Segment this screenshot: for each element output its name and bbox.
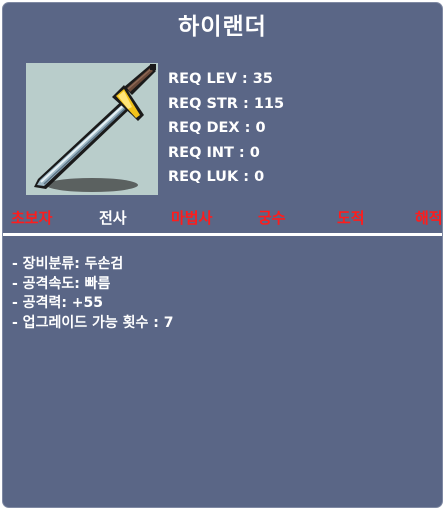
job-pirate: 해적: [415, 209, 443, 227]
item-name: 하이랜더: [178, 14, 267, 40]
stat-category: - 장비분류: 두손검: [12, 256, 124, 272]
job-bowman: 궁수: [258, 209, 286, 227]
job-warrior: 전사: [99, 209, 127, 227]
divider: [3, 233, 442, 236]
req-str: REQ STR : 115: [168, 95, 285, 112]
stat-upgrade-slots: - 업그레이드 가능 횟수 : 7: [12, 314, 174, 331]
req-level: REQ LEV : 35: [168, 71, 273, 87]
req-int: REQ INT : 0: [168, 144, 260, 161]
stat-attack: - 공격력: +55: [12, 295, 104, 311]
job-magician: 마법사: [171, 209, 213, 227]
stat-attack-speed: - 공격속도: 빠름: [12, 275, 111, 292]
job-thief: 도적: [337, 209, 365, 227]
job-list: 초보자 전사 마법사 궁수 도적 해적: [3, 207, 443, 229]
item-image: [26, 63, 158, 195]
job-beginner: 초보자: [11, 209, 53, 227]
two-handed-sword-icon: [34, 64, 156, 192]
item-stats: - 장비분류: 두손검 - 공격속도: 빠름 - 공격력: +55 - 업그레이…: [12, 255, 173, 333]
req-dex: REQ DEX : 0: [168, 120, 266, 136]
req-luk: REQ LUK : 0: [168, 169, 265, 185]
requirements-list: REQ LEV : 35 REQ STR : 115 REQ DEX : 0 R…: [168, 67, 284, 190]
item-tooltip: 하이랜더 REQ LEV : 35 REQ STR : 115 REQ DEX …: [2, 2, 443, 508]
